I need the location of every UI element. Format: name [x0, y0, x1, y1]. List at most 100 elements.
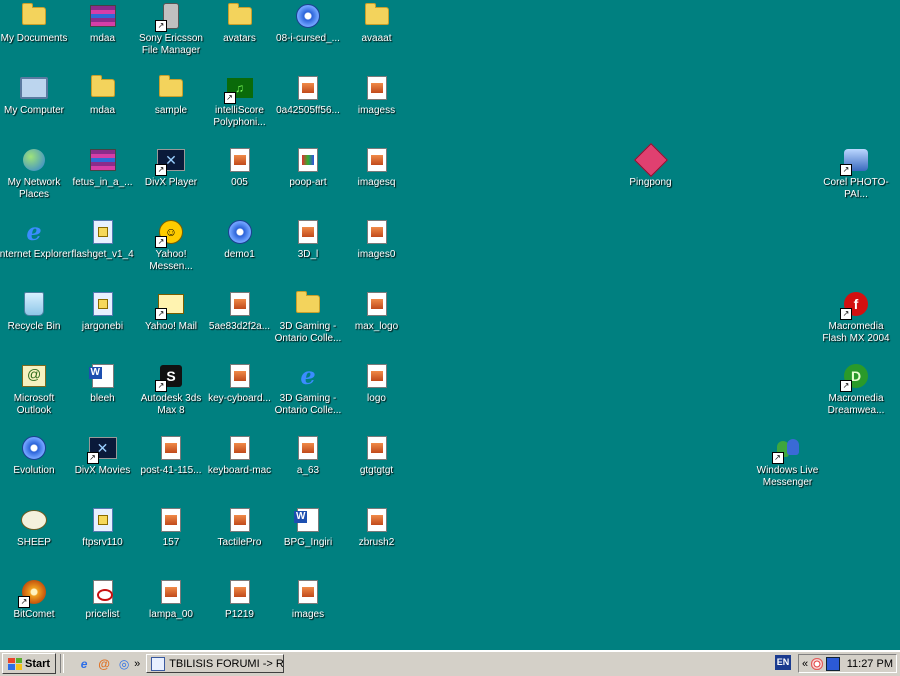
start-button[interactable]: Start — [2, 653, 57, 674]
desktop-icon-cursed[interactable]: 08-i-cursed_... — [273, 0, 343, 68]
desktop-icon-label: TactilePro — [217, 537, 262, 548]
desktop-icon-mdaa-folder[interactable]: mdaa — [68, 72, 138, 140]
desktop-icon-zbrush2[interactable]: zbrush2 — [342, 504, 412, 572]
bin-icon — [20, 290, 48, 318]
desktop-icon-pricelist[interactable]: pricelist — [68, 576, 138, 644]
img-icon — [226, 146, 254, 174]
desktop-icon-gtgtgtgt[interactable]: gtgtgtgt — [342, 432, 412, 500]
desktop-icon-imagess[interactable]: imagess — [342, 72, 412, 140]
desktop-icon-bpg-ingiri[interactable]: BPG_Ingiri — [273, 504, 343, 572]
yahoo-icon: ☺ ↗ — [155, 218, 185, 248]
desktop-icon-imagesq[interactable]: imagesq — [342, 144, 412, 212]
shortcut-arrow-icon: ↗ — [86, 452, 99, 464]
desktop-icon-my-network-places[interactable]: My Network Places — [0, 144, 69, 212]
desktop-icon-bleeh[interactable]: bleeh — [68, 360, 138, 428]
desktop-icon-my-documents[interactable]: My Documents — [0, 0, 69, 68]
desktop[interactable]: My Documents My Computer My Network Places… — [0, 0, 900, 650]
quick-launch-ie-icon[interactable]: e — [76, 656, 92, 672]
desktop-icon-img-0a425[interactable]: 0a42505ff56... — [273, 72, 343, 140]
desktop-icon-label: imagesq — [357, 177, 396, 188]
desktop-icon-my-computer[interactable]: My Computer — [0, 72, 69, 140]
tray-expand-chevron[interactable]: « — [802, 658, 808, 670]
globe-icon — [20, 146, 48, 174]
desktop-icon-evolution[interactable]: Evolution — [0, 432, 69, 500]
desktop-icon-autodesk-3ds[interactable]: S ↗ Autodesk 3ds Max 8 — [136, 360, 206, 428]
desktop-icon-p1219[interactable]: P1219 — [205, 576, 275, 644]
desktop-icon-ftpsrv110[interactable]: ftpsrv110 — [68, 504, 138, 572]
desktop-icon-windows-live-messenger[interactable]: ↗ Windows Live Messenger — [753, 432, 823, 500]
desktop-icon-microsoft-outlook[interactable]: Microsoft Outlook — [0, 360, 69, 428]
img-icon — [363, 362, 391, 390]
desktop-icon-divx-player[interactable]: ✕ ↗ DivX Player — [136, 144, 206, 212]
img-icon — [294, 74, 322, 102]
divx-icon: ✕ ↗ — [155, 146, 185, 176]
desktop-icon-gaming-ie[interactable]: e 3D Gaming - Ontario Colle... — [273, 360, 343, 428]
poop-icon — [294, 146, 322, 174]
desktop-icon-logo[interactable]: logo — [342, 360, 412, 428]
desktop-icon-mdaa-rar[interactable]: mdaa — [68, 0, 138, 68]
desktop-icon-pingpong[interactable]: Pingpong — [616, 143, 686, 212]
quick-launch-outlook-icon[interactable]: @ — [96, 656, 112, 672]
quick-launch-browser-icon[interactable]: ◎ — [116, 656, 132, 672]
desktop-icon-label: logo — [367, 393, 386, 404]
desktop-icon-jargonebi[interactable]: jargonebi — [68, 288, 138, 356]
desktop-icon-avatars[interactable]: avatars — [205, 0, 275, 68]
desktop-icon-fetus[interactable]: fetus_in_a_... — [68, 144, 138, 212]
desktop-icon-label: bleeh — [90, 393, 115, 404]
shortcut-arrow-icon: ↗ — [840, 164, 852, 176]
desktop-icon-images[interactable]: images — [273, 576, 343, 644]
desktop-icon-avaaat[interactable]: avaaat — [342, 0, 412, 68]
desktop-icon-divx-movies[interactable]: ✕ ↗ DivX Movies — [68, 432, 138, 500]
sheep-icon — [20, 506, 48, 534]
desktop-icon-sony-ericsson[interactable]: ↗ Sony Ericsson File Manager — [136, 0, 206, 68]
divx-icon: ✕ ↗ — [86, 434, 117, 464]
img-icon — [226, 290, 254, 318]
desktop-icon-poop-art[interactable]: poop-art — [273, 144, 343, 212]
desktop-icon-a63[interactable]: a_63 — [273, 432, 343, 500]
clock[interactable]: 11:27 PM — [847, 658, 893, 670]
desktop-icon-key-cyboard[interactable]: key-cyboard... — [205, 360, 275, 428]
desktop-icon-internet-explorer[interactable]: e Internet Explorer — [0, 216, 71, 284]
desktop-icon-img-157[interactable]: 157 — [136, 504, 206, 572]
desktop-icon-bitcomet[interactable]: ↗ BitComet — [0, 576, 69, 644]
language-indicator[interactable]: EN — [775, 655, 791, 670]
desktop-icon-label: My Network Places — [7, 177, 61, 200]
bitcomet-icon: ↗ — [18, 578, 48, 608]
pdf-icon — [89, 578, 117, 606]
desktop-icon-sheep[interactable]: SHEEP — [0, 504, 69, 572]
desktop-icon-label: max_logo — [354, 321, 399, 332]
desktop-icon-sample[interactable]: sample — [136, 72, 206, 140]
quick-launch-overflow-chevron[interactable]: » — [134, 658, 140, 670]
desktop-icon-label: BPG_Ingiri — [283, 537, 333, 548]
img-icon — [363, 506, 391, 534]
media-icon — [226, 218, 254, 246]
desktop-icon-keyboard-mac[interactable]: keyboard-mac — [205, 432, 275, 500]
desktop-icon-gaming-folder[interactable]: 3D Gaming - Ontario Colle... — [273, 288, 343, 356]
desktop-icon-img-005[interactable]: 005 — [205, 144, 275, 212]
desktop-icon-macromedia-dreamweaver[interactable]: D ↗ Macromedia Dreamwea... — [821, 360, 891, 428]
desktop-icon-macromedia-flash[interactable]: f ↗ Macromedia Flash MX 2004 — [821, 288, 891, 356]
desktop-icon-label: images — [291, 609, 325, 620]
desktop-icon-label: lampa_00 — [149, 609, 193, 620]
desktop-icon-lampa[interactable]: lampa_00 — [136, 576, 206, 644]
desktop-icon-post-41[interactable]: post-41-115... — [136, 432, 206, 500]
desktop-icon-flashget[interactable]: flashget_v1_4 — [68, 216, 138, 284]
folder-icon — [89, 74, 117, 102]
desktop-icon-img-5ae83[interactable]: 5ae83d2f2a... — [205, 288, 275, 356]
desktop-icon-corel[interactable]: ↗ Corel PHOTO-PAI... — [821, 144, 891, 212]
desktop-icon-yahoo-messenger[interactable]: ☺ ↗ Yahoo! Messen... — [136, 216, 206, 284]
tray-network-icon[interactable] — [826, 656, 841, 671]
exe-icon — [89, 218, 117, 246]
desktop-icon-tactilepro[interactable]: TactilePro — [205, 504, 275, 572]
desktop-icon-recycle-bin[interactable]: Recycle Bin — [0, 288, 69, 356]
desktop-icon-demo1[interactable]: demo1 — [205, 216, 275, 284]
desktop-icon-images0[interactable]: images0 — [342, 216, 412, 284]
taskbar-window-button[interactable]: TBILISIS FORUMI -> Re... — [146, 654, 285, 673]
desktop-icon-yahoo-mail[interactable]: ↗ Yahoo! Mail — [136, 288, 206, 356]
desktop-icon-label: Yahoo! Messen... — [149, 249, 193, 272]
tray-target-icon[interactable] — [811, 657, 824, 670]
desktop-icon-max-logo[interactable]: max_logo — [342, 288, 412, 356]
desktop-icon-label: jargonebi — [81, 321, 124, 332]
desktop-icon-intelliscore[interactable]: ♫ ↗ intelliScore Polyphoni... — [205, 72, 275, 140]
desktop-icon-img-3d-l[interactable]: 3D_l — [273, 216, 343, 284]
